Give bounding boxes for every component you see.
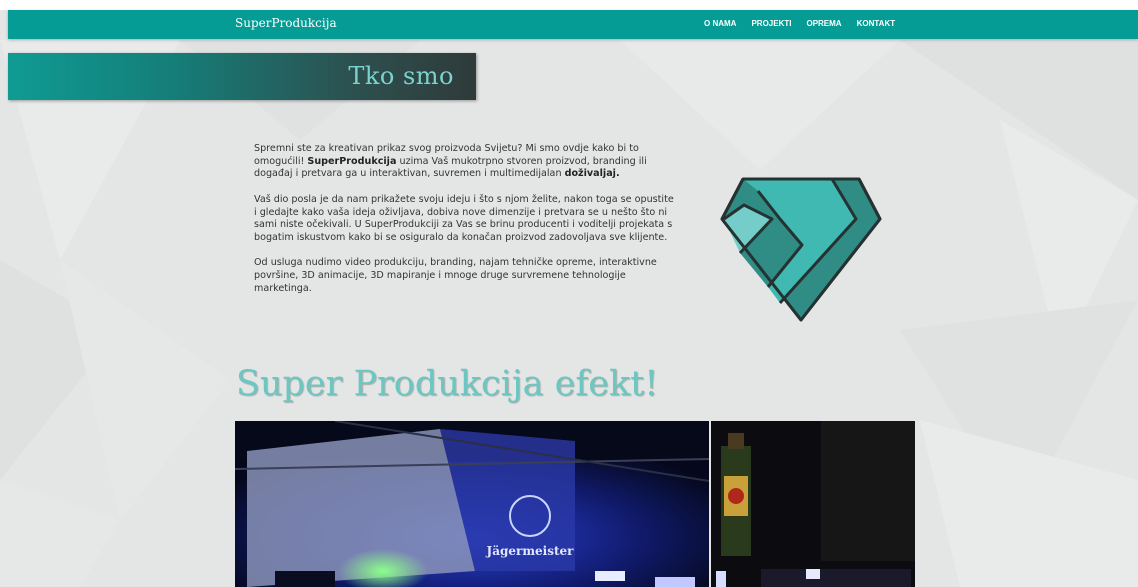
top-strip	[0, 0, 1138, 10]
diamond-logo-icon	[720, 177, 882, 322]
about-paragraph-1: Spremni ste za kreativan prikaz svog pro…	[254, 143, 647, 180]
nav-link-projekti[interactable]: PROJEKTI	[751, 19, 791, 28]
nav-link-o-nama[interactable]: O NAMA	[704, 19, 736, 28]
site-header: SuperProdukcija O NAMA PROJEKTI OPREMA K…	[8, 10, 1138, 39]
about-paragraph-3: Od usluga nudimo video produkciju, brand…	[254, 257, 657, 294]
jagermeister-sign: Jägermeister	[486, 544, 575, 558]
section-banner: Tko smo	[8, 53, 476, 100]
brand-logo-link[interactable]: SuperProdukcija	[235, 16, 337, 30]
main-nav: O NAMA PROJEKTI OPREMA KONTAKT	[704, 19, 910, 28]
about-text: Spremni ste za kreativan prikaz svog pro…	[254, 143, 678, 308]
gallery-photo-bottle[interactable]	[711, 421, 915, 587]
section-title-tko-smo: Tko smo	[348, 62, 454, 90]
nav-link-oprema[interactable]: OPREMA	[806, 19, 841, 28]
gallery-photo-event-hall[interactable]: Jägermeister	[235, 421, 709, 587]
about-paragraph-2: Vaš dio posla je da nam prikažete svoju …	[254, 193, 674, 243]
nav-link-kontakt[interactable]: KONTAKT	[857, 19, 896, 28]
section-title-efekt: Super Produkcija efekt!	[236, 364, 659, 404]
